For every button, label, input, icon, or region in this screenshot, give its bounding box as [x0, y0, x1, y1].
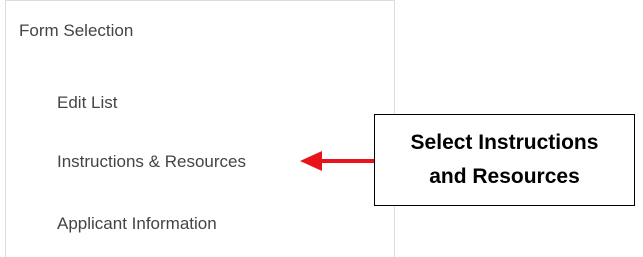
menu-item-edit-list[interactable]: Edit List: [57, 93, 117, 113]
instruction-callout-box: Select Instructions and Resources: [374, 114, 635, 206]
callout-line-1: Select Instructions: [410, 131, 599, 154]
callout-line-2: and Resources: [429, 165, 580, 188]
menu-item-applicant-information[interactable]: Applicant Information: [57, 214, 217, 234]
menu-item-instructions-resources[interactable]: Instructions & Resources: [57, 152, 246, 172]
panel-title: Form Selection: [19, 21, 134, 40]
callout-text: Select Instructions and Resources: [411, 126, 599, 194]
form-selection-panel: Form Selection Edit List Instructions & …: [5, 0, 395, 257]
red-arrow-icon: [300, 151, 376, 171]
screenshot-stage: Form Selection Edit List Instructions & …: [0, 0, 643, 257]
